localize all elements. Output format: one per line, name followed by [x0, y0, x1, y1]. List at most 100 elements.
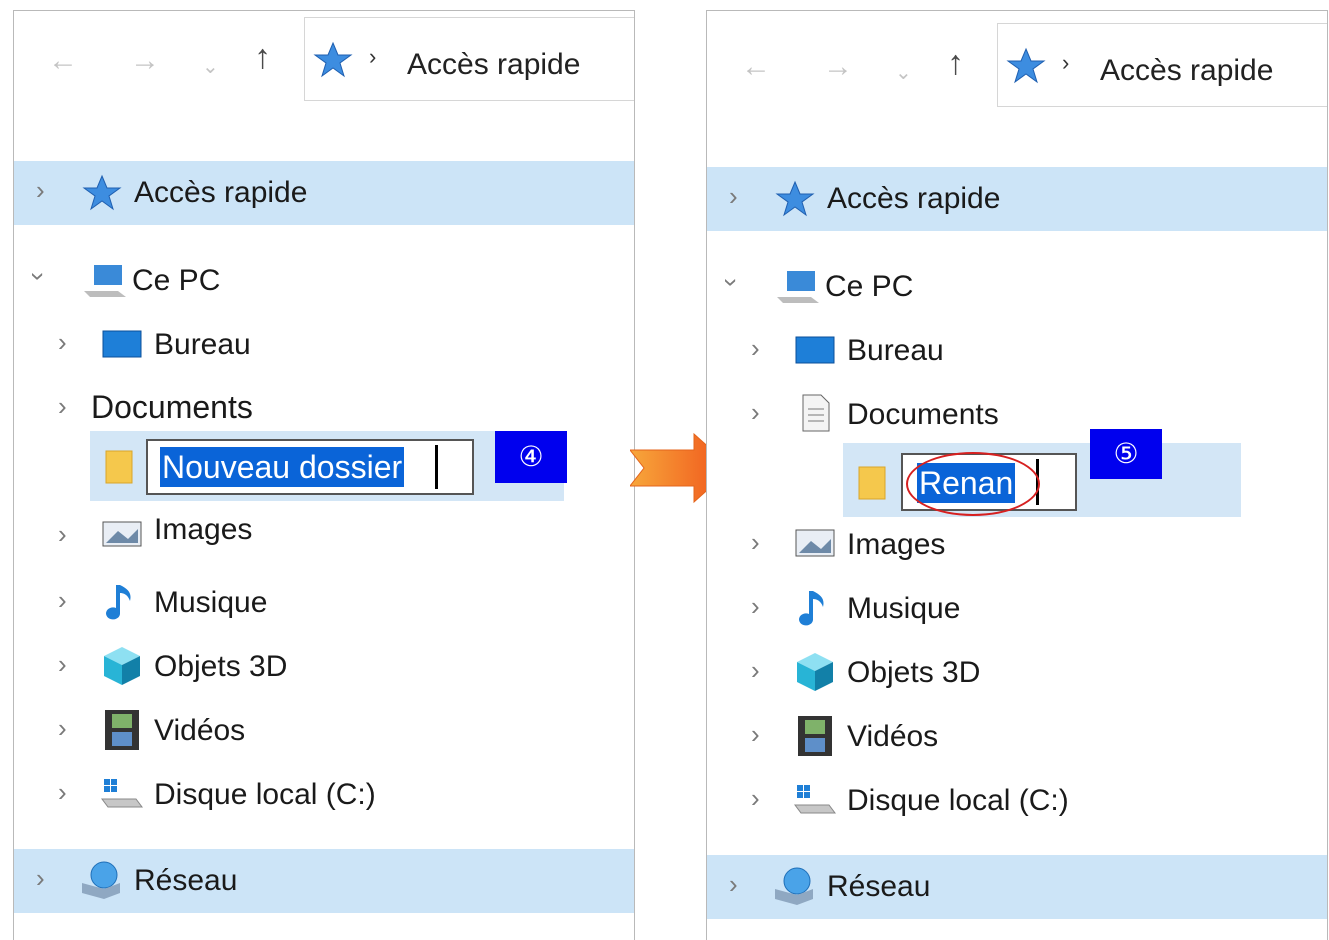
- chevron-right-icon[interactable]: ›: [751, 527, 760, 558]
- chevron-right-icon[interactable]: ›: [751, 333, 760, 364]
- rename-input[interactable]: Nouveau dossier: [146, 439, 474, 495]
- new-folder-row[interactable]: Nouveau dossier: [90, 431, 564, 501]
- star-icon: [775, 180, 815, 217]
- address-bar[interactable]: › Accès rapide: [997, 23, 1327, 107]
- chevron-right-icon[interactable]: ›: [58, 649, 67, 680]
- up-button[interactable]: ↑: [254, 37, 271, 77]
- tree-item-musique[interactable]: › Musique: [707, 577, 1327, 641]
- step-badge: ④: [495, 431, 567, 483]
- tree-item-quick-access[interactable]: › Accès rapide: [707, 167, 1327, 231]
- drive-icon: [794, 785, 836, 814]
- tree-item-objets-3d[interactable]: › Objets 3D: [707, 641, 1327, 705]
- back-button[interactable]: ←: [48, 41, 78, 81]
- computer-icon: [84, 265, 126, 297]
- forward-button[interactable]: →: [823, 47, 853, 87]
- chevron-right-icon[interactable]: ›: [751, 397, 760, 428]
- chevron-down-icon[interactable]: ›: [716, 278, 747, 287]
- highlight-circle: [906, 452, 1040, 516]
- tree-item-label: Accès rapide: [134, 176, 308, 209]
- tree-item-musique[interactable]: › Musique: [14, 571, 634, 635]
- tree-item-label: Bureau: [847, 334, 944, 367]
- chevron-right-icon[interactable]: ›: [751, 591, 760, 622]
- drive-icon: [101, 779, 143, 808]
- tree-item-disque-local[interactable]: › Disque local (C:): [14, 763, 634, 827]
- tree-item-bureau[interactable]: › Bureau: [14, 313, 634, 377]
- network-icon: [775, 867, 813, 905]
- chevron-right-icon[interactable]: ›: [58, 327, 67, 358]
- tree-item-images[interactable]: › Images: [14, 507, 634, 557]
- chevron-right-icon[interactable]: ›: [58, 391, 67, 422]
- forward-button[interactable]: →: [130, 41, 160, 81]
- tree-item-label: Images: [847, 528, 946, 561]
- tree-item-this-pc[interactable]: › Ce PC: [707, 255, 1327, 319]
- tree-item-label: Documents: [91, 389, 253, 425]
- address-text: Accès rapide: [407, 48, 581, 81]
- picture-icon: [102, 521, 142, 547]
- breadcrumb-separator: ›: [1062, 50, 1070, 75]
- network-icon: [82, 861, 120, 899]
- navigation-bar: ← → ⌄ ↑ › Accès rapide: [14, 11, 634, 111]
- chevron-right-icon[interactable]: ›: [58, 713, 67, 744]
- tree-item-label: Objets 3D: [154, 650, 288, 683]
- chevron-right-icon[interactable]: ›: [729, 869, 738, 900]
- music-note-icon: [799, 591, 824, 626]
- tree-item-label: Disque local (C:): [847, 784, 1069, 817]
- film-icon: [105, 710, 139, 750]
- new-folder-row[interactable]: Renan: [843, 443, 1241, 517]
- document-icon: [802, 394, 830, 432]
- address-bar[interactable]: › Accès rapide: [304, 17, 634, 101]
- tree-item-label: Réseau: [827, 870, 931, 903]
- tree-item-reseau[interactable]: › Réseau: [707, 855, 1327, 919]
- chevron-right-icon[interactable]: ›: [58, 585, 67, 616]
- desktop-icon: [795, 336, 835, 364]
- tree-item-this-pc[interactable]: › Ce PC: [14, 249, 634, 313]
- desktop-icon: [102, 330, 142, 358]
- film-icon: [798, 716, 832, 756]
- tree-item-label: Bureau: [154, 328, 251, 361]
- cube-icon: [104, 647, 140, 685]
- tree-item-label: Objets 3D: [847, 656, 981, 689]
- tree-item-videos[interactable]: › Vidéos: [14, 699, 634, 763]
- step-badge: ⑤: [1090, 429, 1162, 479]
- tree-item-label: Musique: [847, 592, 961, 625]
- address-text: Accès rapide: [1100, 54, 1274, 87]
- chevron-right-icon[interactable]: ›: [58, 519, 67, 550]
- star-icon: [313, 41, 353, 78]
- tree-item-label: Documents: [847, 398, 999, 431]
- chevron-right-icon[interactable]: ›: [36, 175, 45, 206]
- chevron-right-icon[interactable]: ›: [751, 719, 760, 750]
- music-note-icon: [106, 585, 131, 620]
- tree-item-label: Disque local (C:): [154, 778, 376, 811]
- tree-item-label: Vidéos: [847, 720, 939, 753]
- recent-locations-button[interactable]: ⌄: [202, 47, 219, 87]
- chevron-right-icon[interactable]: ›: [729, 181, 738, 212]
- folder-icon: [105, 450, 133, 484]
- folder-icon: [858, 466, 886, 500]
- cube-icon: [797, 653, 833, 691]
- picture-icon: [795, 529, 835, 557]
- tree-item-videos[interactable]: › Vidéos: [707, 705, 1327, 769]
- tree-item-bureau[interactable]: › Bureau: [707, 319, 1327, 383]
- chevron-right-icon[interactable]: ›: [36, 863, 45, 894]
- chevron-right-icon[interactable]: ›: [751, 783, 760, 814]
- tree-item-disque-local[interactable]: › Disque local (C:): [707, 769, 1327, 833]
- tree-item-label: Ce PC: [132, 264, 221, 297]
- chevron-right-icon[interactable]: ›: [58, 777, 67, 808]
- tree-item-label: Images: [154, 513, 253, 546]
- tree-item-images[interactable]: › Images: [707, 513, 1327, 577]
- tree-item-label: Réseau: [134, 864, 238, 897]
- tree-item-label: Accès rapide: [827, 182, 1001, 215]
- tree-item-label: Ce PC: [825, 270, 914, 303]
- recent-locations-button[interactable]: ⌄: [895, 53, 912, 93]
- chevron-down-icon[interactable]: ›: [23, 272, 54, 281]
- tree-item-objets-3d[interactable]: › Objets 3D: [14, 635, 634, 699]
- tree-item-documents[interactable]: › Documents: [707, 383, 1327, 447]
- tree-item-quick-access[interactable]: › Accès rapide: [14, 161, 634, 225]
- up-button[interactable]: ↑: [947, 43, 964, 83]
- chevron-right-icon[interactable]: ›: [751, 655, 760, 686]
- back-button[interactable]: ←: [741, 47, 771, 87]
- tree-item-reseau[interactable]: › Réseau: [14, 849, 634, 913]
- breadcrumb-separator: ›: [369, 44, 377, 69]
- navigation-bar: ← → ⌄ ↑ › Accès rapide: [707, 11, 1327, 111]
- tree-item-label: Musique: [154, 586, 268, 619]
